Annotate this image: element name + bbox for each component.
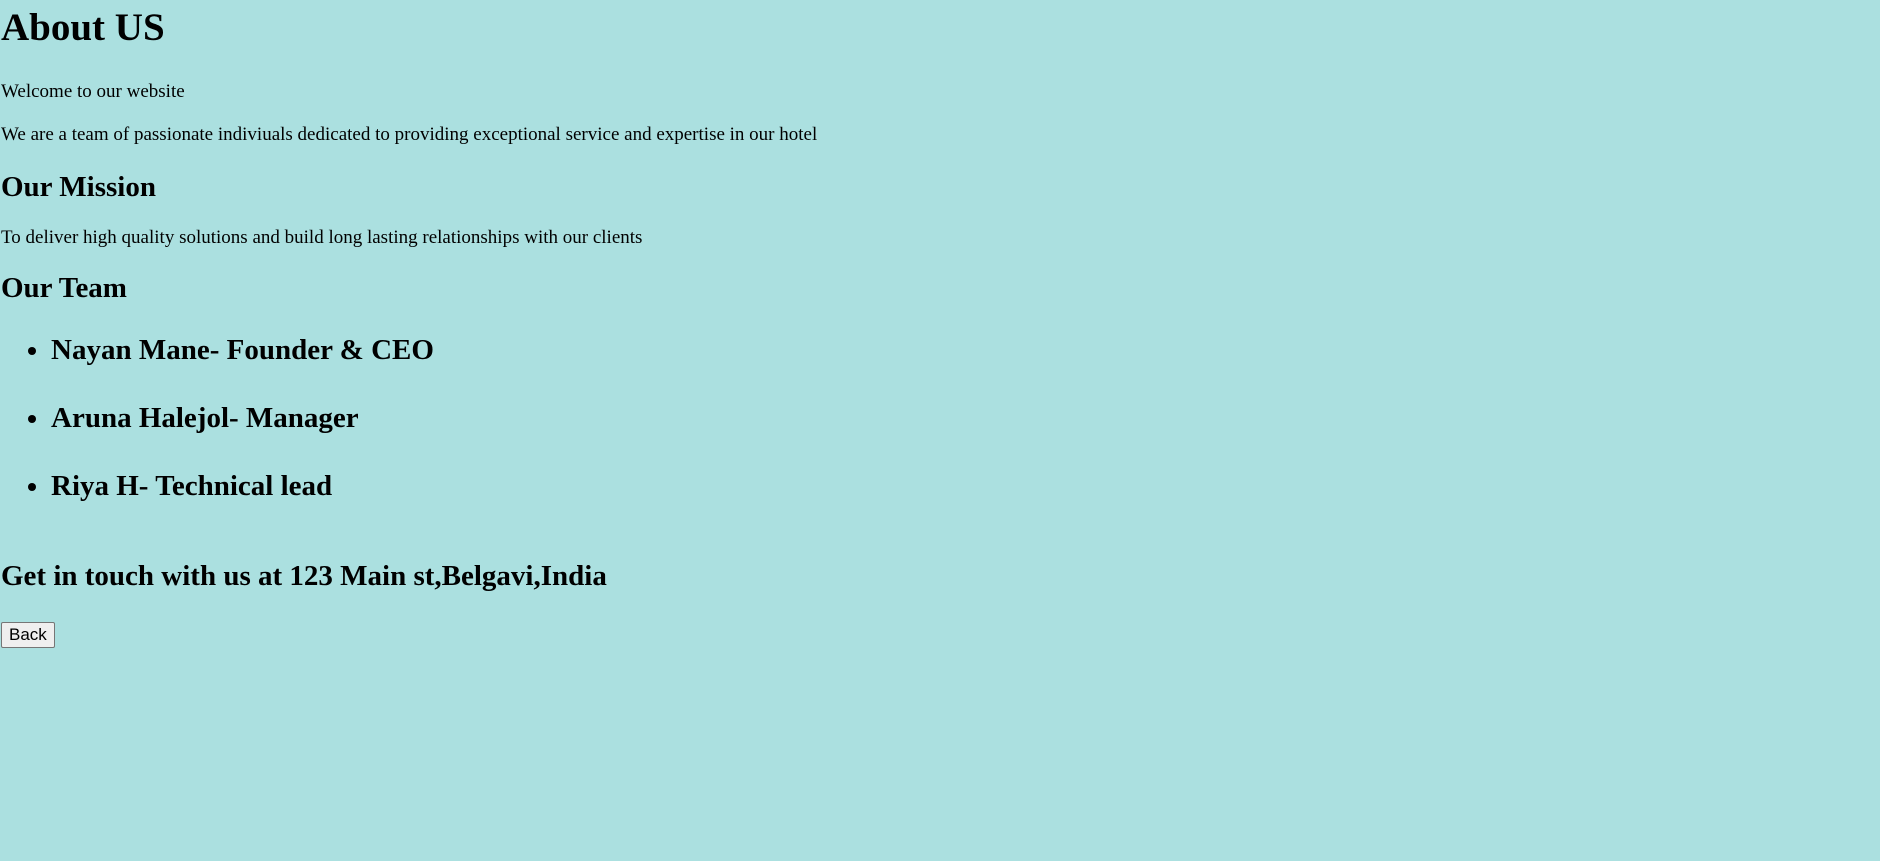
team-heading: Our Team	[1, 272, 127, 304]
mission-heading: Our Mission	[1, 171, 156, 203]
team-member: Riya H- Technical lead	[51, 469, 1879, 503]
intro-text: We are a team of passionate indiviuals d…	[1, 124, 818, 145]
team-list: Nayan Mane- Founder & CEO Aruna Halejol-…	[1, 333, 1879, 503]
team-member: Aruna Halejol- Manager	[51, 401, 1879, 435]
page-title: About US	[1, 6, 165, 49]
team-member: Nayan Mane- Founder & CEO	[51, 333, 1879, 367]
mission-text: To deliver high quality solutions and bu…	[1, 227, 643, 248]
back-button[interactable]: Back	[1, 622, 55, 648]
welcome-text: Welcome to our website	[1, 81, 185, 102]
about-page: About US Welcome to our website We are a…	[0, 6, 1880, 648]
contact-heading: Get in touch with us at 123 Main st,Belg…	[1, 560, 607, 592]
